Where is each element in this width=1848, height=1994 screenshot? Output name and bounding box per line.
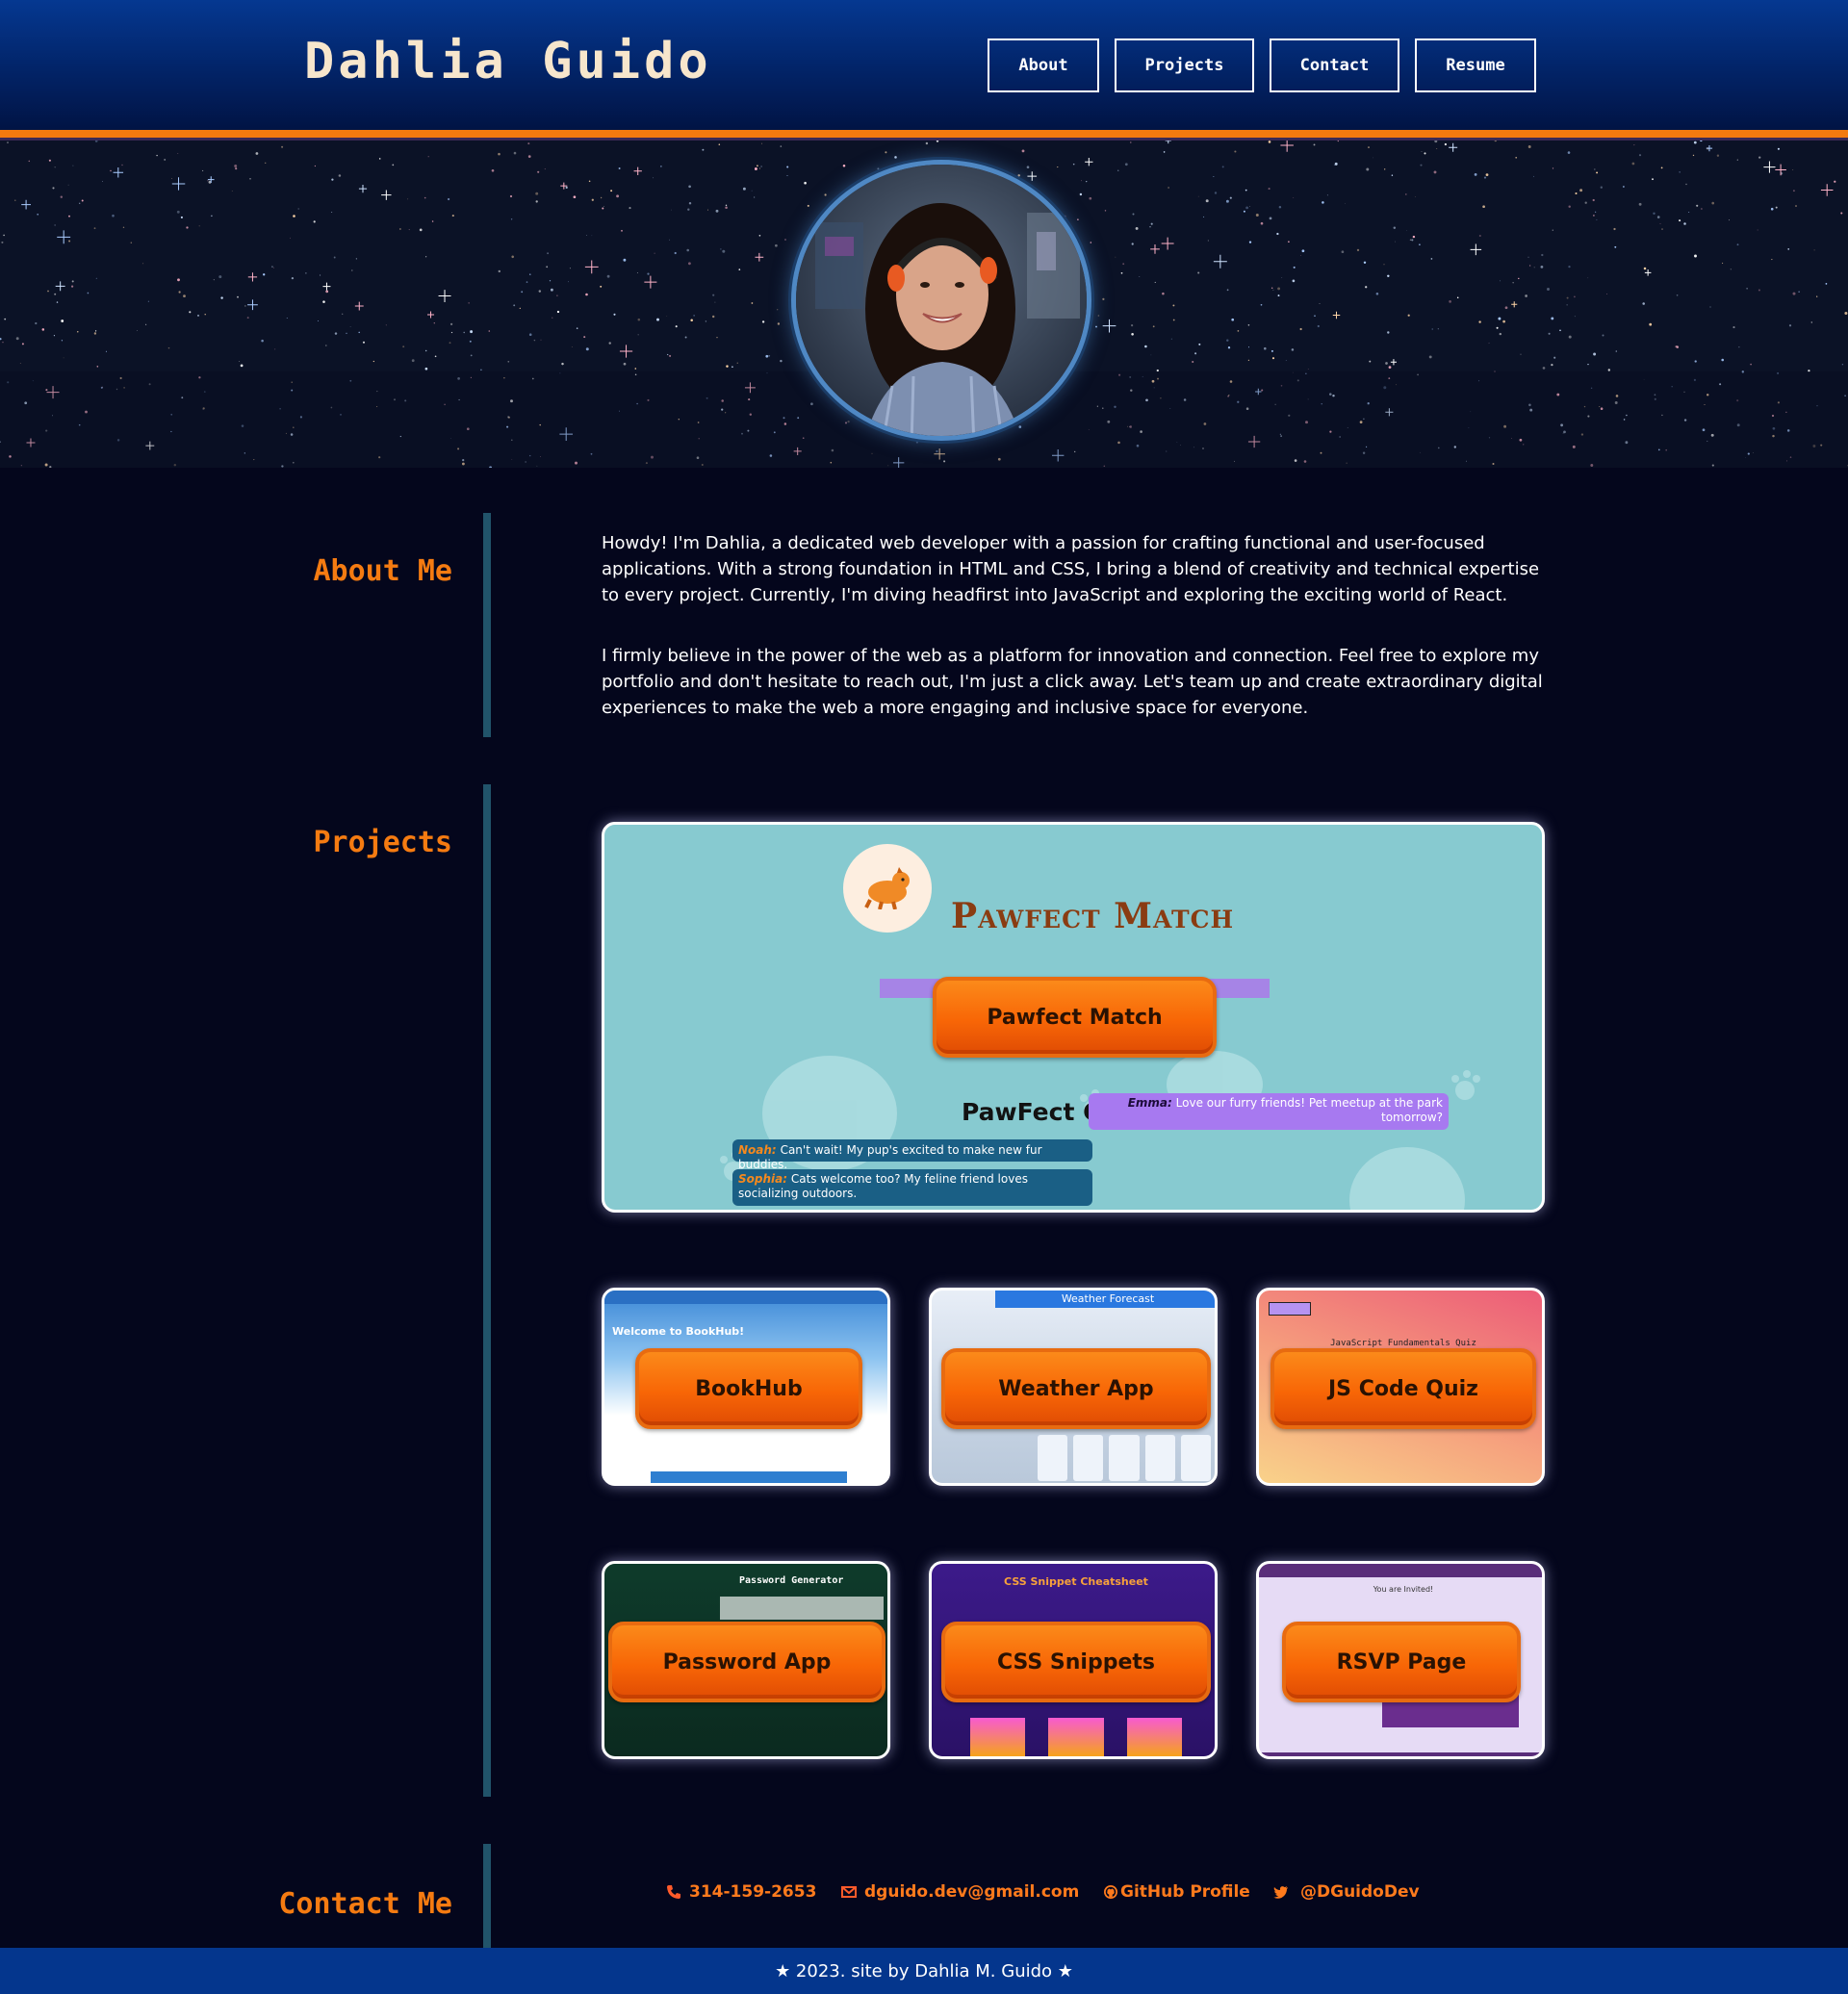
bookhub-button[interactable]: BookHub (635, 1348, 862, 1429)
github-link[interactable]: GitHub Profile (1104, 1882, 1250, 1902)
contact-heading: Contact Me (278, 1887, 452, 1921)
css-snippets-button[interactable]: CSS Snippets (941, 1622, 1211, 1702)
thumb-text: Welcome to BookHub! (612, 1325, 745, 1338)
project-card-bookhub[interactable]: Welcome to BookHub! BookHub (602, 1288, 890, 1486)
thumb-text: JavaScript Fundamentals Quiz (1330, 1339, 1476, 1348)
email-link[interactable]: dguido.dev@gmail.com (841, 1882, 1079, 1902)
featured-project-card[interactable]: Pawfect Match PawFect Chatroom Emma: Lov… (602, 822, 1545, 1213)
thumb-text: CSS Snippet Cheatsheet (1004, 1575, 1148, 1588)
thumb-navbar (604, 1291, 887, 1304)
site-footer: ★ 2023. site by Dahlia M. Guido ★ (0, 1948, 1848, 1994)
about-paragraph-1: Howdy! I'm Dahlia, a dedicated web devel… (602, 533, 1540, 605)
thumb-snippet-cards (970, 1718, 1182, 1756)
thumb-highscore-button (1269, 1302, 1311, 1316)
thumb-text: You are Invited! (1373, 1585, 1434, 1594)
hero-banner (0, 141, 1848, 468)
site-header: Dahlia Guido About Projects Contact Resu… (0, 0, 1848, 132)
twitter-link[interactable]: @DGuidoDev (1273, 1882, 1420, 1902)
phone-text: 314-159-2653 (689, 1882, 817, 1902)
project-card-css[interactable]: CSS Snippet Cheatsheet CSS Snippets (929, 1561, 1218, 1759)
site-title[interactable]: Dahlia Guido (304, 33, 712, 90)
phone-link[interactable]: 314-159-2653 (666, 1882, 816, 1902)
dog-icon (864, 867, 910, 909)
thumb-text: Password Generator (739, 1575, 844, 1586)
password-app-button[interactable]: Password App (608, 1622, 886, 1702)
twitter-icon (1273, 1886, 1288, 1899)
about-divider (483, 513, 491, 737)
thumb-output-box (720, 1597, 884, 1620)
projects-heading: Projects (313, 826, 453, 859)
rsvp-page-button[interactable]: RSVP Page (1282, 1622, 1521, 1702)
mail-icon (841, 1886, 857, 1898)
nav-about-button[interactable]: About (988, 38, 1099, 92)
thumb-footer (1259, 1752, 1542, 1756)
thumb-text: Weather Forecast (995, 1291, 1215, 1308)
weather-app-button[interactable]: Weather App (941, 1348, 1211, 1429)
project-card-weather[interactable]: Weather Forecast Weather App (929, 1288, 1218, 1486)
nav-resume-button[interactable]: Resume (1415, 38, 1536, 92)
pawfect-match-button[interactable]: Pawfect Match (933, 977, 1217, 1058)
nav-contact-button[interactable]: Contact (1270, 38, 1399, 92)
project-card-password[interactable]: Password Generator Password App (602, 1561, 890, 1759)
contact-divider (483, 1844, 491, 1948)
projects-divider (483, 784, 491, 1797)
avatar (791, 160, 1091, 441)
phone-icon (667, 1885, 680, 1899)
thumb-navbar (1259, 1564, 1542, 1577)
email-text: dguido.dev@gmail.com (864, 1882, 1080, 1902)
chat-message-noah: Noah: Can't wait! My pup's excited to ma… (732, 1139, 1092, 1171)
paw-logo (843, 844, 932, 933)
pawfect-brand: Pawfect Match (951, 896, 1235, 936)
js-code-quiz-button[interactable]: JS Code Quiz (1270, 1348, 1536, 1429)
nav-projects-button[interactable]: Projects (1115, 38, 1254, 92)
footer-text: ★ 2023. site by Dahlia M. Guido ★ (775, 1960, 1073, 1981)
project-card-rsvp[interactable]: You are Invited! RSVP Page (1256, 1561, 1545, 1759)
github-text: GitHub Profile (1120, 1882, 1250, 1902)
chat-message-sophia: Sophia: Cats welcome too? My feline frie… (732, 1169, 1092, 1206)
twitter-text: @DGuidoDev (1300, 1882, 1420, 1902)
chat-message-emma: Emma: Love our furry friends! Pet meetup… (1089, 1093, 1449, 1130)
about-paragraph-2: I firmly believe in the power of the web… (602, 646, 1543, 718)
thumb-footer (651, 1471, 847, 1483)
github-icon (1104, 1885, 1117, 1899)
header-accent-stripe (0, 130, 1848, 138)
profile-photo (796, 165, 1087, 436)
about-heading: About Me (313, 554, 453, 588)
project-card-quiz[interactable]: JavaScript Fundamentals Quiz JS Code Qui… (1256, 1288, 1545, 1486)
forecast-tiles (1038, 1435, 1212, 1481)
